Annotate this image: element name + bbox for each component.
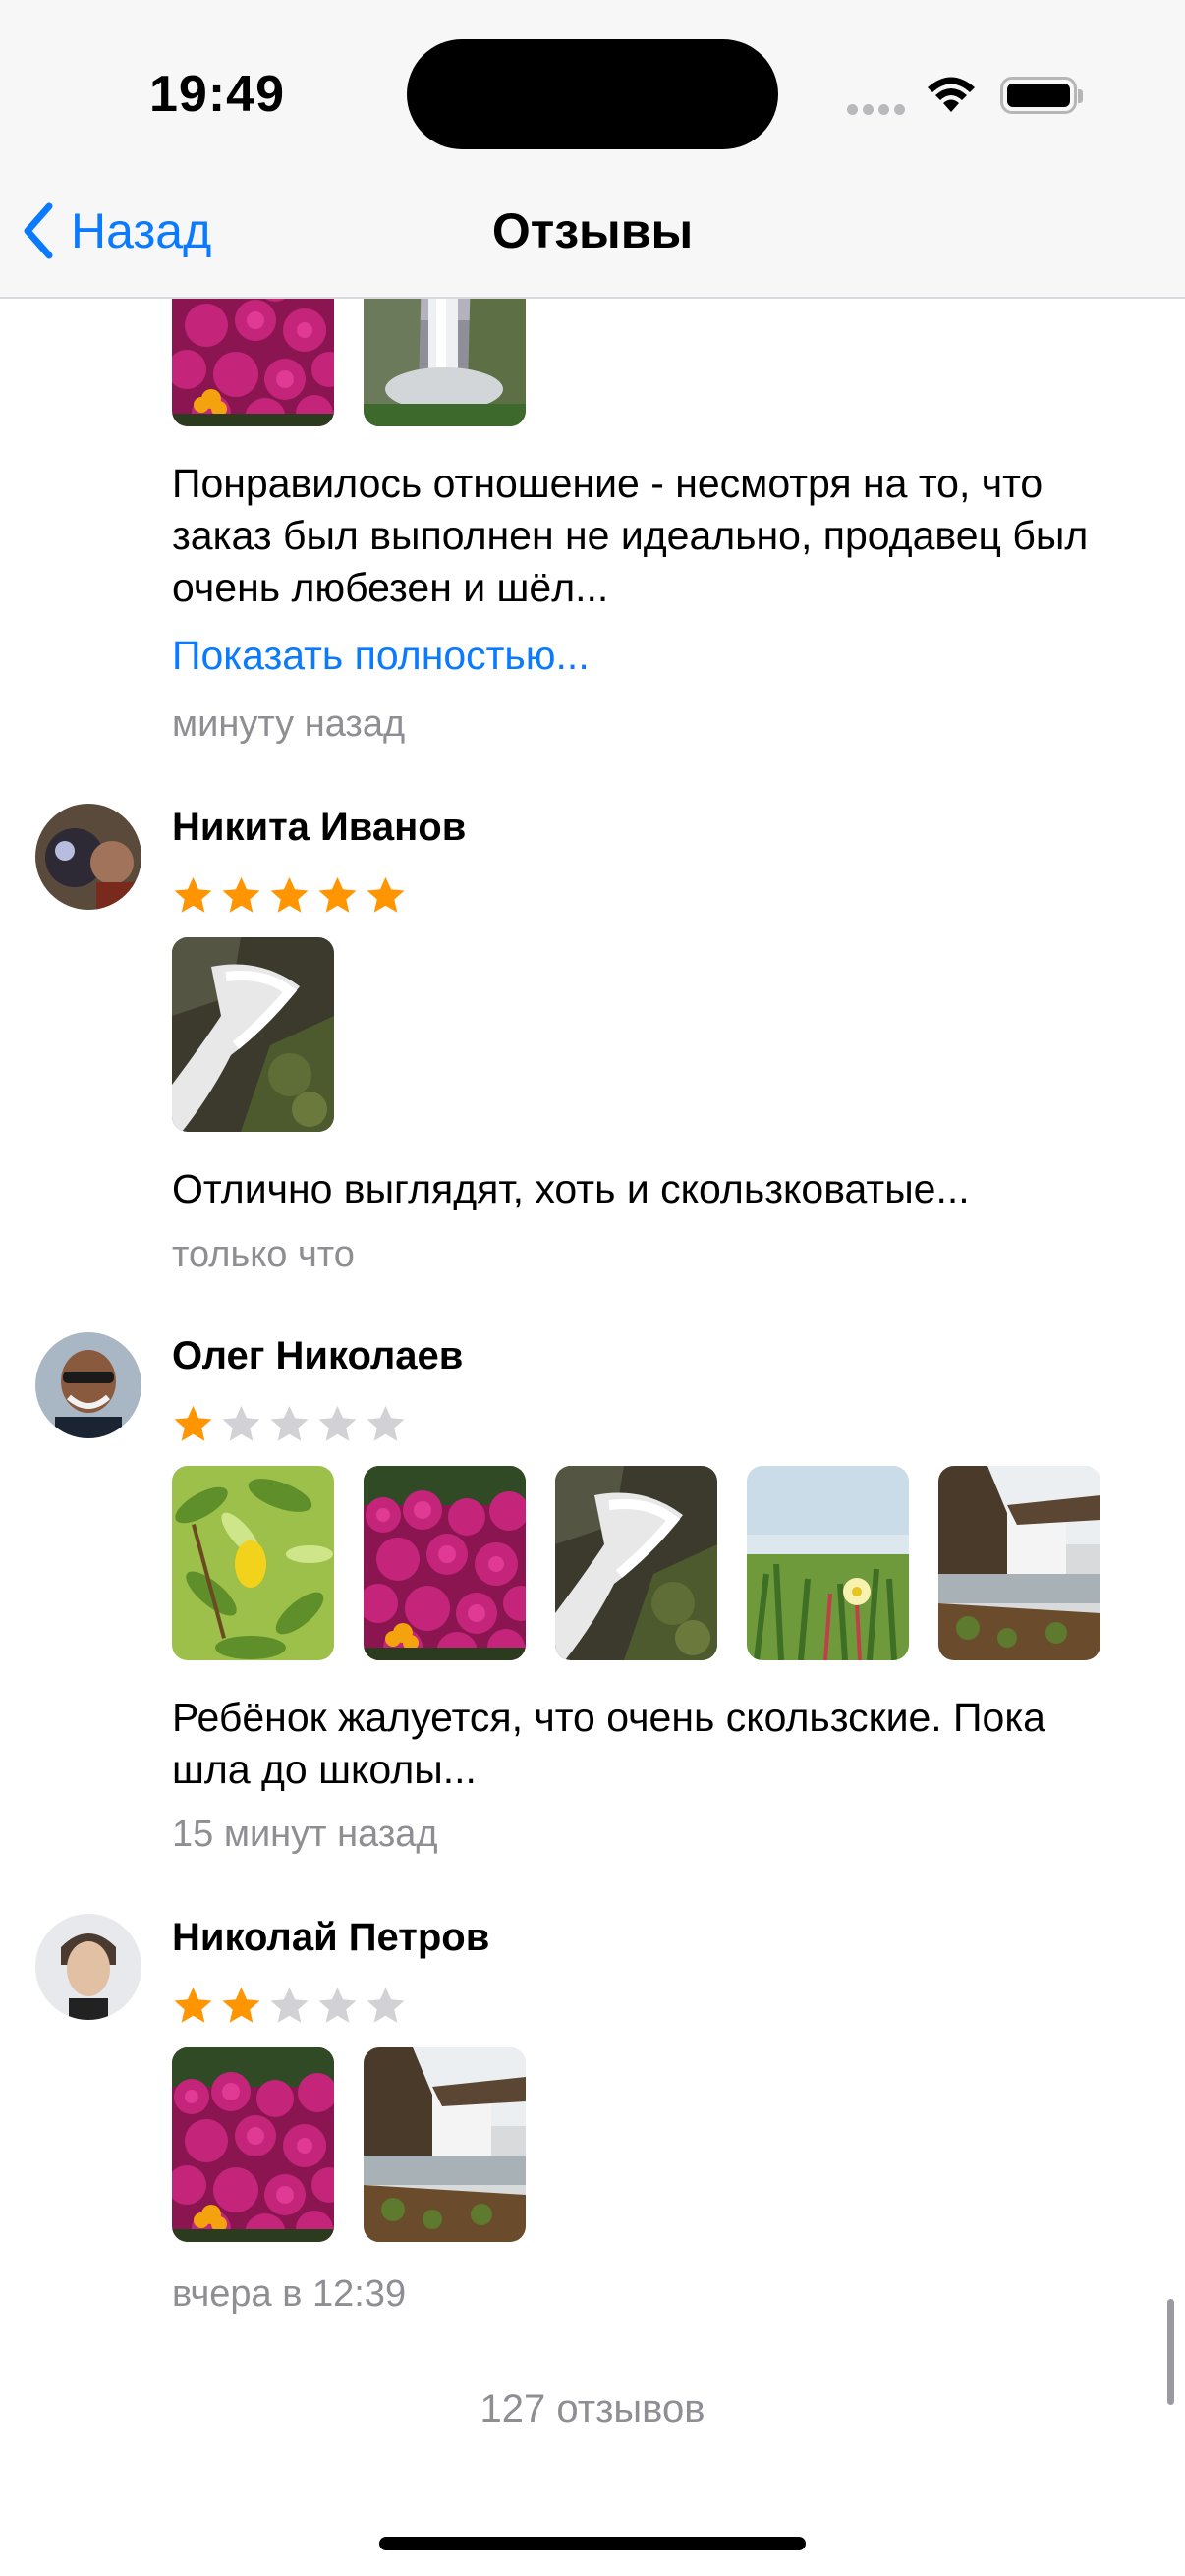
dynamic-island	[407, 39, 778, 149]
review-photo[interactable]	[747, 1466, 909, 1660]
avatar[interactable]	[35, 1914, 141, 2020]
review-author: Николай Петров	[172, 1916, 490, 1959]
review-time: только что	[172, 1234, 355, 1275]
star-filled-icon	[365, 874, 407, 917]
star-filled-icon	[220, 874, 262, 917]
star-empty-icon	[365, 1403, 407, 1445]
review-time: вчера в 12:39	[172, 2273, 407, 2315]
home-indicator[interactable]	[379, 2537, 806, 2550]
cellular-signal-icon	[847, 102, 910, 120]
review-photo[interactable]	[364, 1466, 526, 1660]
star-filled-icon	[268, 874, 310, 917]
review-photo[interactable]	[364, 2047, 526, 2242]
review-photo[interactable]	[938, 1466, 1100, 1660]
star-filled-icon	[220, 1985, 262, 2027]
review-photo[interactable]	[172, 2047, 334, 2242]
star-empty-icon	[220, 1403, 262, 1445]
review-photo[interactable]	[172, 937, 334, 1132]
star-filled-icon	[172, 874, 214, 917]
page-title: Отзывы	[491, 203, 694, 258]
star-empty-icon	[365, 1985, 407, 2027]
review-photo[interactable]	[555, 1466, 717, 1660]
review-photos	[172, 937, 334, 1132]
rating-stars	[172, 874, 407, 917]
star-filled-icon	[172, 1403, 214, 1445]
star-filled-icon	[172, 1985, 214, 2027]
star-empty-icon	[316, 1985, 359, 2027]
star-empty-icon	[316, 1403, 359, 1445]
status-time: 19:49	[149, 66, 285, 123]
star-empty-icon	[268, 1403, 310, 1445]
reviews-count: 127 отзывов	[480, 2387, 705, 2431]
review-photos	[172, 2047, 526, 2242]
star-empty-icon	[268, 1985, 310, 2027]
wifi-icon	[928, 77, 975, 112]
scrollbar[interactable]	[1167, 2299, 1174, 2405]
review-time: минуту назад	[172, 703, 406, 745]
review-text: Ребёнок жалуется, что очень скользские. …	[172, 1695, 1045, 1792]
rating-stars	[172, 1985, 407, 2027]
review-photos	[172, 1466, 1100, 1660]
review-author: Олег Николаев	[172, 1334, 464, 1377]
avatar[interactable]	[35, 804, 141, 910]
review-photo[interactable]	[172, 1466, 334, 1660]
star-filled-icon	[316, 874, 359, 917]
show-full-link[interactable]: Показать полностью...	[172, 633, 590, 679]
review-text: Отлично выглядят, хоть и скользковатые..…	[172, 1166, 970, 1211]
review-time: 15 минут назад	[172, 1814, 438, 1855]
avatar[interactable]	[35, 1332, 141, 1438]
review-text: Понравилось отношение - несмотря на то, …	[172, 461, 1089, 610]
navigation-bar: 19:49 Назад Отзывы	[0, 0, 1185, 299]
rating-stars	[172, 1403, 407, 1445]
battery-icon	[1000, 77, 1083, 114]
review-author: Никита Иванов	[172, 806, 467, 849]
